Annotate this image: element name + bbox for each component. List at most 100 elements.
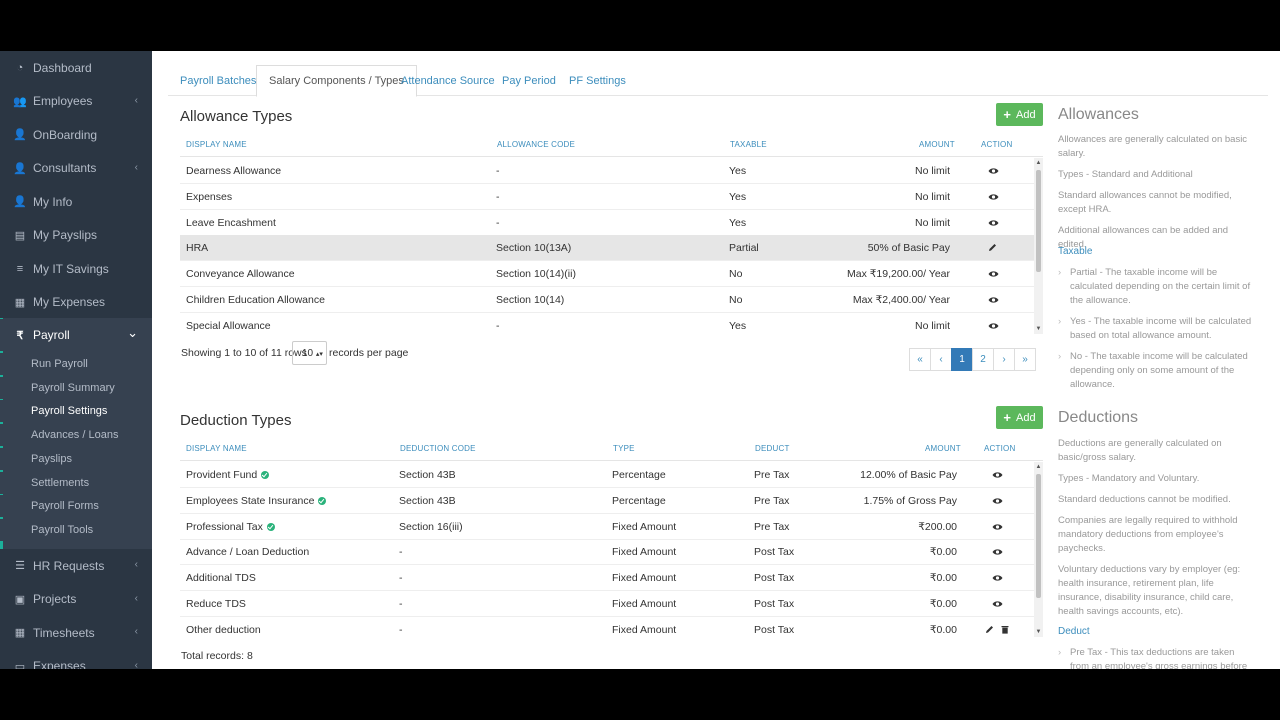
- payroll-subitem-run-payroll[interactable]: Run Payroll: [0, 353, 152, 375]
- sidebar-item-projects[interactable]: ▣ Projects ‹: [0, 583, 152, 616]
- view-eye-icon[interactable]: [988, 166, 999, 178]
- table-row[interactable]: Professional Tax Section 16(iii) Fixed Amo…: [180, 514, 1034, 540]
- scroll-up-arrow-icon[interactable]: ▲: [1034, 464, 1043, 470]
- col-taxable[interactable]: TAXABLE: [730, 140, 767, 149]
- tab-pf-settings[interactable]: PF Settings: [557, 65, 638, 96]
- pagination-last[interactable]: »: [1014, 348, 1036, 371]
- cell-display-name: Advance / Loan Deduction: [186, 546, 309, 558]
- showing-rows-text: Showing 1 to 10 of 11 rows: [181, 347, 307, 359]
- sidebar-item-label: Payroll: [33, 328, 70, 342]
- view-eye-icon[interactable]: [988, 218, 999, 230]
- col-action: ACTION: [984, 444, 1016, 453]
- table-row[interactable]: Children Education Allowance Section 10(1…: [180, 287, 1034, 313]
- deduction-name: Additional TDS: [186, 572, 256, 585]
- scrollbar-thumb[interactable]: [1036, 170, 1041, 272]
- deductions-types-text: Types - Mandatory and Voluntary.: [1058, 473, 1200, 484]
- payroll-subitem-payroll-summary[interactable]: Payroll Summary: [0, 376, 152, 399]
- payroll-subitem-advances-loans[interactable]: Advances / Loans: [0, 424, 152, 447]
- payroll-subitem-payroll-tools[interactable]: Payroll Tools: [0, 518, 152, 541]
- payroll-subitem-settlements[interactable]: Settlements: [0, 471, 152, 494]
- view-eye-icon[interactable]: [988, 192, 999, 204]
- edit-icon[interactable]: [988, 243, 997, 255]
- sidebar-item-hr-requests[interactable]: ☰ HR Requests ‹: [0, 549, 152, 582]
- table-row[interactable]: Dearness Allowance - Yes No limit: [180, 158, 1034, 184]
- table-row[interactable]: Advance / Loan Deduction - Fixed Amount Pos…: [180, 539, 1034, 566]
- add-deduction-label: Add: [1016, 411, 1036, 424]
- cell-amount: ₹0.00: [929, 598, 957, 610]
- table-row[interactable]: HRA Section 10(13A) Partial 50% of Basic Pa…: [180, 235, 1034, 262]
- view-eye-icon[interactable]: [988, 295, 999, 307]
- pagination-page-1[interactable]: 1: [951, 348, 973, 371]
- payroll-subitem-payroll-settings[interactable]: Payroll Settings: [0, 400, 152, 423]
- taxable-link[interactable]: Taxable: [1058, 246, 1258, 257]
- view-eye-icon[interactable]: [992, 547, 1003, 559]
- pagination-next[interactable]: ›: [993, 348, 1015, 371]
- sidebar-item-my-it-savings[interactable]: ≡ My IT Savings: [0, 252, 152, 285]
- table-row[interactable]: Special Allowance - Yes No limit: [180, 313, 1034, 334]
- col-deduct[interactable]: DEDUCT: [755, 444, 790, 453]
- col-display-name[interactable]: DISPLAY NAME: [186, 444, 247, 453]
- table-row[interactable]: Other deduction - Fixed Amount Post Tax ₹0.0…: [180, 617, 1034, 637]
- edit-icon[interactable]: [985, 625, 994, 637]
- scroll-up-arrow-icon[interactable]: ▲: [1034, 160, 1043, 166]
- sidebar-item-my-expenses[interactable]: ▦ My Expenses: [0, 286, 152, 319]
- sidebar-item-employees[interactable]: 👥 Employees ‹: [0, 85, 152, 118]
- table-row[interactable]: Leave Encashment - Yes No limit: [180, 210, 1034, 236]
- deductions-standard-text: Standard deductions cannot be modified.: [1058, 494, 1231, 505]
- sidebar-item-my-payslips[interactable]: ▤ My Payslips: [0, 219, 152, 252]
- add-allowance-button[interactable]: + Add: [996, 103, 1043, 126]
- sidebar-item-timesheets[interactable]: ▦ Timesheets ‹: [0, 616, 152, 649]
- allowance-scrollbar[interactable]: ▲ ▼: [1034, 158, 1043, 334]
- table-row[interactable]: Reduce TDS - Fixed Amount Post Tax ₹0.00: [180, 591, 1034, 617]
- pagination-page-2[interactable]: 2: [972, 348, 994, 371]
- sidebar-item-label: HR Requests: [33, 558, 105, 573]
- view-eye-icon[interactable]: [992, 522, 1003, 534]
- sidebar-item-my-info[interactable]: 👤 My Info: [0, 185, 152, 218]
- cell-display-name: Provident Fund: [186, 469, 270, 481]
- deductions-mandatory-text: Companies are legally required to withho…: [1058, 515, 1238, 554]
- col-type[interactable]: TYPE: [613, 444, 635, 453]
- scroll-down-arrow-icon[interactable]: ▼: [1034, 326, 1043, 332]
- col-amount[interactable]: AMOUNT: [919, 140, 955, 149]
- allowances-types-text: Types - Standard and Additional: [1058, 169, 1193, 180]
- table-row[interactable]: Expenses - Yes No limit: [180, 184, 1034, 210]
- dashboard-icon: ◔: [16, 61, 24, 74]
- table-row[interactable]: Conveyance Allowance Section 10(14)(ii) No…: [180, 261, 1034, 288]
- view-eye-icon[interactable]: [988, 321, 999, 333]
- add-deduction-button[interactable]: + Add: [996, 406, 1043, 429]
- view-eye-icon[interactable]: [992, 599, 1003, 611]
- deduct-link[interactable]: Deduct: [1058, 626, 1258, 637]
- scrollbar-thumb[interactable]: [1036, 474, 1041, 598]
- sidebar-item-consultants[interactable]: 👤 Consultants ‹: [0, 152, 152, 185]
- col-amount[interactable]: AMOUNT: [925, 444, 961, 453]
- delete-icon[interactable]: [1001, 625, 1009, 637]
- sidebar-item-dashboard[interactable]: ◔ Dashboard: [0, 51, 152, 84]
- tab-payroll-batches[interactable]: Payroll Batches: [168, 65, 268, 96]
- col-display-name[interactable]: DISPLAY NAME: [186, 140, 247, 149]
- cell-deduct: Post Tax: [754, 546, 795, 559]
- table-row[interactable]: Additional TDS - Fixed Amount Post Tax ₹0.00: [180, 565, 1034, 592]
- scroll-down-arrow-icon[interactable]: ▼: [1034, 629, 1043, 635]
- sidebar-item-onboarding[interactable]: 👤 OnBoarding: [0, 118, 152, 151]
- col-deduction-code[interactable]: DEDUCTION CODE: [400, 444, 476, 453]
- records-per-page-select[interactable]: 10 ▴▾: [292, 341, 327, 365]
- pagination-prev[interactable]: ‹: [930, 348, 952, 371]
- deduction-scrollbar[interactable]: ▲ ▼: [1034, 462, 1043, 637]
- view-eye-icon[interactable]: [992, 470, 1003, 482]
- sidebar-item-payroll[interactable]: ₹ Payroll ⌄: [0, 319, 152, 351]
- view-eye-icon[interactable]: [992, 496, 1003, 508]
- table-row[interactable]: Provident Fund Section 43B Percentage Pre T…: [180, 462, 1034, 488]
- payroll-subitem-payroll-forms[interactable]: Payroll Forms: [0, 495, 152, 518]
- pagination-first[interactable]: «: [909, 348, 931, 371]
- table-row[interactable]: Employees State Insurance Section 43B Perc…: [180, 488, 1034, 514]
- sidebar-item-expenses[interactable]: ▭ Expenses ‹: [0, 650, 152, 669]
- view-eye-icon[interactable]: [988, 269, 999, 281]
- cell-deduction-code: -: [399, 623, 403, 636]
- tab-attendance-source[interactable]: Attendance Source: [389, 65, 507, 96]
- view-eye-icon[interactable]: [992, 573, 1003, 585]
- records-per-page-value: 10: [302, 348, 314, 359]
- col-allowance-code[interactable]: ALLOWANCE CODE: [497, 140, 575, 149]
- cell-deduct: Post Tax: [754, 572, 795, 585]
- chevron-left-icon: ‹: [134, 94, 138, 106]
- payroll-subitem-payslips[interactable]: Payslips: [0, 447, 152, 470]
